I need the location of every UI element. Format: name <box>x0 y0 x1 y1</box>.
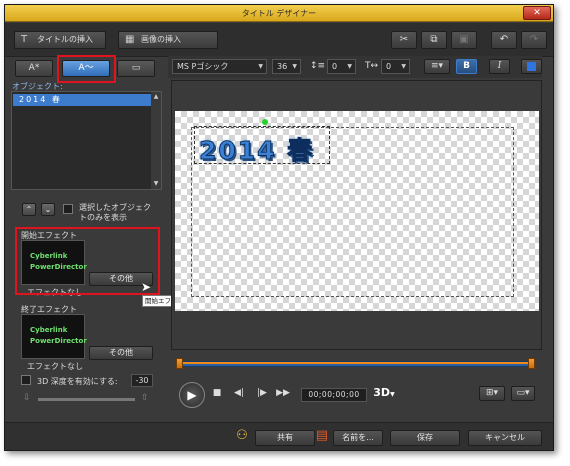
chevron-down-icon: ▼ <box>292 63 297 70</box>
preview-board[interactable]: 2014 春 <box>175 111 539 311</box>
cancel-button[interactable]: キャンセル <box>468 430 542 446</box>
scroll-down-icon[interactable]: ▼ <box>152 180 160 188</box>
char-spacing-dropdown[interactable]: 0 ▼ <box>381 59 410 74</box>
chevron-down-icon: ▼ <box>390 391 395 398</box>
insert-title-label: タイトルの挿入 <box>37 35 93 44</box>
insert-title-button[interactable]: T タイトルの挿入 <box>14 31 106 49</box>
scroll-up-icon[interactable]: ▲ <box>152 93 160 101</box>
end-thumb-line1: Cyberlink <box>30 326 68 334</box>
line-spacing-icon: ↕≡ <box>310 61 326 71</box>
chevron-down-icon: ▼ <box>401 63 406 70</box>
share-button[interactable]: 共有 <box>255 430 315 446</box>
preview-title-text[interactable]: 2014 春 <box>198 131 314 167</box>
save-button[interactable]: 保存 <box>390 430 460 446</box>
insert-image-label: 画像の挿入 <box>141 35 181 44</box>
insert-title-icon: T <box>21 34 28 45</box>
objects-list: 2014 春 ▲ ▼ <box>11 91 162 190</box>
move-up-button[interactable]: ⌃ <box>22 203 36 216</box>
timeline[interactable] <box>173 355 538 373</box>
font-family-value: MS Pゴシック <box>177 62 229 71</box>
play-button[interactable]: ▶ <box>179 382 205 408</box>
copy-button[interactable]: ⧉ <box>421 31 447 49</box>
depth3d-checkbox[interactable] <box>21 375 31 385</box>
grid-lines-button[interactable]: ⊞▾ <box>479 386 505 401</box>
end-effect-name: エフェクトなし <box>27 362 83 371</box>
title-bar: タイトル デザイナー ✕ <box>5 5 553 22</box>
timeline-track[interactable] <box>178 361 532 367</box>
timecode-display: 00;00;00;00 <box>301 388 367 402</box>
close-button[interactable]: ✕ <box>523 6 551 20</box>
effect-range-bar <box>179 362 531 364</box>
rotate-handle-icon[interactable] <box>262 119 268 125</box>
font-size-dropdown[interactable]: 36 ▼ <box>272 59 301 74</box>
list-item[interactable]: 2014 春 <box>13 94 152 106</box>
align-left-icon: ≡▾ <box>430 61 444 71</box>
timeline-end-handle[interactable] <box>528 358 535 369</box>
insert-image-icon: ▦ <box>125 34 135 45</box>
depth3d-slider[interactable] <box>38 398 135 401</box>
font-family-dropdown[interactable]: MS Pゴシック ▼ <box>172 59 267 74</box>
chevron-up-icon: ⌃ <box>25 205 33 214</box>
move-down-button[interactable]: ⌄ <box>41 203 55 216</box>
font-size-value: 36 <box>277 62 288 71</box>
align-dropdown[interactable]: ≡▾ <box>424 59 450 74</box>
depth3d-value[interactable]: -30 <box>131 374 153 387</box>
end-effect-thumbnail[interactable]: Cyberlink PowerDirector <box>21 314 87 359</box>
bold-button[interactable]: B <box>456 59 477 74</box>
char-spacing-icon: T↔ <box>365 61 379 71</box>
line-spacing-dropdown[interactable]: 0 ▼ <box>327 59 356 74</box>
mouse-cursor-icon: ➤ <box>141 280 152 294</box>
depth-slider-left-icon[interactable]: ⇩ <box>23 393 31 403</box>
italic-button[interactable]: I <box>489 59 510 74</box>
next-frame-button[interactable]: |▶ <box>253 388 271 398</box>
objects-scrollbar[interactable]: ▲ ▼ <box>151 92 161 189</box>
depth3d-label: 3D 深度を有効にする: <box>37 377 118 386</box>
undo-button[interactable]: ↶ <box>491 31 517 49</box>
text-color-button[interactable] <box>521 59 542 74</box>
prev-frame-button[interactable]: ◀| <box>230 388 248 398</box>
display-mode-button[interactable]: ▭▾ <box>511 386 535 401</box>
background-image-icon: ▭ <box>131 63 141 73</box>
main-toolbar: T タイトルの挿入 ▦ 画像の挿入 ✂ ⧉ ▣ ↶ ↷ <box>5 23 553 57</box>
player-controls: ▶ ■ ◀| |▶ ▶▶ 00;00;00;00 3D▼ ⊞▾ ▭▾ <box>173 378 538 412</box>
timeline-start-handle[interactable] <box>176 358 183 369</box>
tab-background-image[interactable]: ▭ <box>117 60 155 77</box>
share-icon: ⚇ <box>236 428 248 443</box>
chevron-down-icon: ▼ <box>258 63 263 70</box>
redo-button[interactable]: ↷ <box>521 31 547 49</box>
cut-button[interactable]: ✂ <box>391 31 417 49</box>
highlight-box-start-effect <box>15 227 160 295</box>
highlight-box-tab <box>57 55 116 83</box>
chevron-down-icon: ⌄ <box>44 205 52 214</box>
line-spacing-value: 0 <box>332 62 338 71</box>
show-selected-only-label: 選択したオブジェクトのみを表示 <box>79 203 151 222</box>
end-thumb-line2: PowerDirector <box>30 337 87 345</box>
3d-mode-label: 3D <box>373 386 391 399</box>
color-swatch-icon <box>527 62 536 71</box>
end-effect-other-button[interactable]: その他 <box>89 346 153 360</box>
monitor-icon: ▭▾ <box>516 388 530 398</box>
chevron-down-icon: ▼ <box>347 63 352 70</box>
char-spacing-value: 0 <box>386 62 392 71</box>
preview-canvas: 2014 春 <box>171 80 542 350</box>
paste-button[interactable]: ▣ <box>451 31 477 49</box>
fast-forward-button[interactable]: ▶▶ <box>274 388 292 398</box>
3d-mode-button[interactable]: 3D▼ <box>373 386 395 399</box>
insert-image-button[interactable]: ▦ 画像の挿入 <box>118 31 218 49</box>
grid-icon: ⊞▾ <box>485 388 499 398</box>
stop-button[interactable]: ■ <box>211 388 223 398</box>
depth-slider-right-icon[interactable]: ⇧ <box>141 393 149 403</box>
save-as-icon: ▤ <box>315 428 329 443</box>
text-style-icon: A* <box>28 63 40 73</box>
save-as-button[interactable]: 名前を... <box>333 430 383 446</box>
show-selected-only-checkbox[interactable] <box>63 204 73 214</box>
tab-text-style[interactable]: A* <box>15 60 53 77</box>
footer-bar: ⚇ 共有 ▤ 名前を... 保存 キャンセル <box>5 422 553 450</box>
window-title: タイトル デザイナー <box>241 9 317 18</box>
